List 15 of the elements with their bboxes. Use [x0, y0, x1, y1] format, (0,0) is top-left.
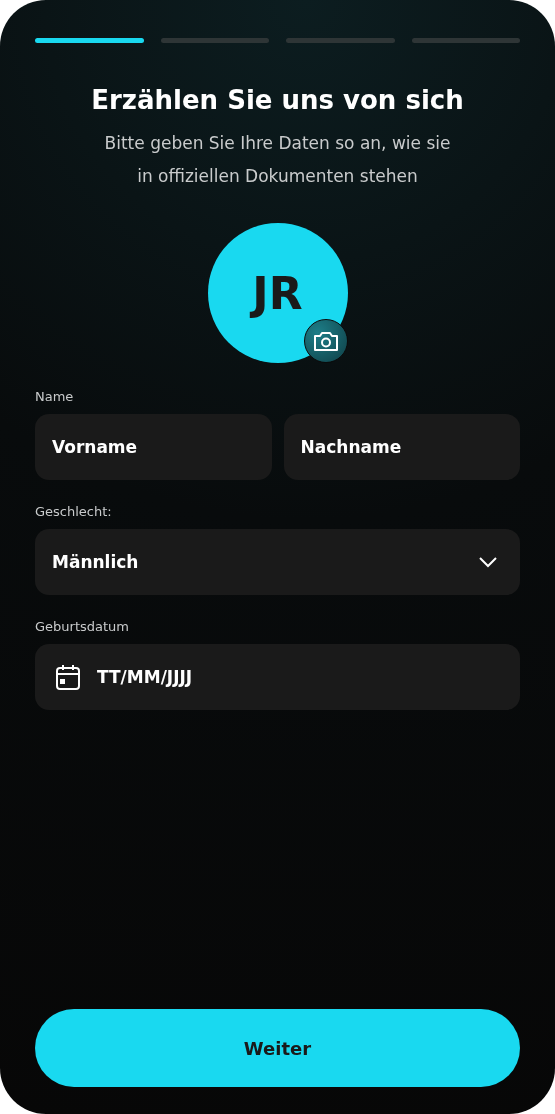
first-name-field[interactable]: Vorname: [35, 414, 272, 480]
field-label: Name: [35, 389, 75, 404]
calendar-icon: [55, 663, 81, 691]
birthdate-field[interactable]: TT/MM/JJJJ: [35, 644, 520, 710]
camera-icon: [312, 330, 339, 352]
field-label: Geschlecht:: [35, 504, 113, 519]
avatar: JR: [207, 223, 348, 363]
select-value: Männlich: [52, 552, 139, 572]
page-title: Erzählen Sie uns von sich: [90, 85, 465, 115]
field-label: Geburtsdatum: [35, 619, 130, 634]
gender-select[interactable]: Männlich: [35, 529, 520, 595]
last-name-field[interactable]: Nachname: [283, 414, 520, 480]
continue-button[interactable]: Weiter: [35, 1009, 520, 1087]
page-subtitle: Bitte geben Sie Ihre Daten so an, wie sie in offiziellen Dokumenten stehen: [103, 132, 452, 188]
chevron-down-icon: [478, 556, 498, 568]
